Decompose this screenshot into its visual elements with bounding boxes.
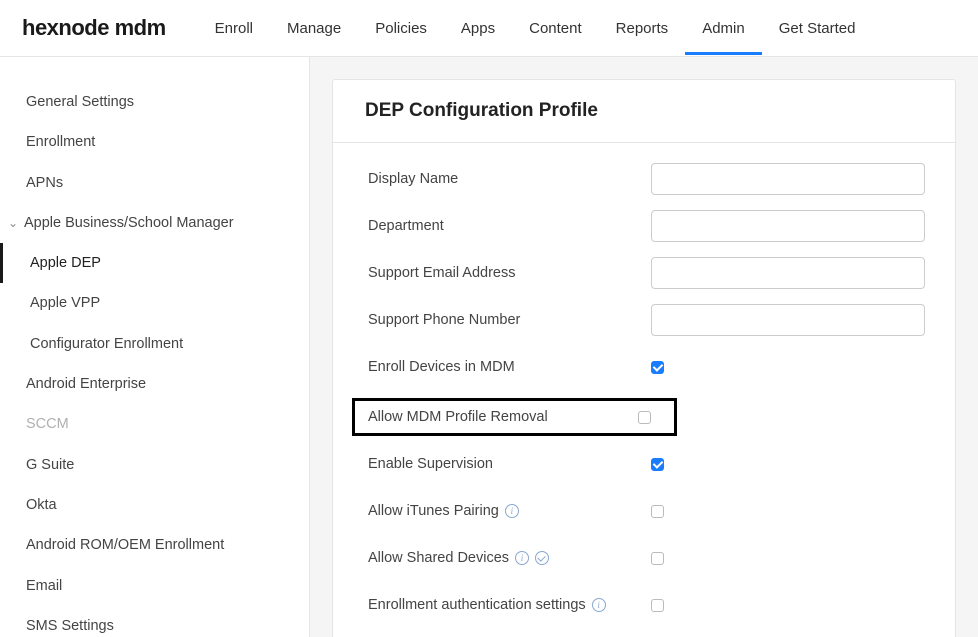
form-row-allow-mdm-profile-removal: Allow MDM Profile Removal <box>352 398 677 436</box>
nav-tabs: EnrollManagePoliciesAppsContentReportsAd… <box>198 2 873 55</box>
sidebar-item-sms-settings[interactable]: SMS Settings <box>0 606 309 637</box>
form-row-allow-itunes-pairing: Allow iTunes Pairingi <box>368 495 925 527</box>
allow-itunes-pairing-checkbox[interactable] <box>651 505 664 518</box>
form-label: Allow iTunes Pairingi <box>368 503 651 519</box>
enroll-devices-in-mdm-checkbox[interactable] <box>651 361 664 374</box>
sidebar-item-label: Apple DEP <box>30 253 101 273</box>
department-input[interactable] <box>651 210 925 242</box>
info-icon[interactable]: i <box>505 504 519 518</box>
form-row-allow-shared-devices: Allow Shared Devicesi <box>368 542 925 574</box>
nav-tab-reports[interactable]: Reports <box>599 2 686 55</box>
form-row-display-name: Display Name <box>368 163 925 195</box>
form-label: Support Phone Number <box>368 312 651 328</box>
sidebar-item-apple-vpp[interactable]: Apple VPP <box>0 283 309 323</box>
sidebar-item-label: Android ROM/OEM Enrollment <box>26 535 224 555</box>
form-label: Support Email Address <box>368 265 651 281</box>
sidebar-item-label: Okta <box>26 495 57 515</box>
form-label: Display Name <box>368 171 651 187</box>
form-label: Allow Shared Devicesi <box>368 550 651 566</box>
nav-tab-content[interactable]: Content <box>512 2 599 55</box>
sidebar-item-apple-business-school-manager[interactable]: ⌄Apple Business/School Manager <box>0 203 309 243</box>
panel-title: DEP Configuration Profile <box>333 80 955 143</box>
allow-shared-devices-checkbox[interactable] <box>651 552 664 565</box>
form-row-support-email-address: Support Email Address <box>368 257 925 289</box>
form-row-support-phone-number: Support Phone Number <box>368 304 925 336</box>
form-label: Enrollment authentication settingsi <box>368 597 651 613</box>
sidebar-item-android-rom-oem-enrollment[interactable]: Android ROM/OEM Enrollment <box>0 525 309 565</box>
sidebar-item-android-enterprise[interactable]: Android Enterprise <box>0 364 309 404</box>
sidebar-item-g-suite[interactable]: G Suite <box>0 445 309 485</box>
allow-mdm-profile-removal-checkbox[interactable] <box>638 411 651 424</box>
top-navbar: hexnode mdm EnrollManagePoliciesAppsCont… <box>0 0 978 57</box>
sidebar-item-label: SCCM <box>26 414 69 434</box>
support-email-address-input[interactable] <box>651 257 925 289</box>
sidebar-item-label: Apple VPP <box>30 293 100 313</box>
enable-supervision-checkbox[interactable] <box>651 458 664 471</box>
sidebar-item-general-settings[interactable]: General Settings <box>0 82 309 122</box>
form-label: Enable Supervision <box>368 456 651 472</box>
form-row-enroll-devices-in-mdm: Enroll Devices in MDM <box>368 351 925 383</box>
nav-tab-enroll[interactable]: Enroll <box>198 2 270 55</box>
form-label: Enroll Devices in MDM <box>368 359 651 375</box>
form-row-enrollment-authentication-settings: Enrollment authentication settingsi <box>368 589 925 621</box>
logo: hexnode mdm <box>22 15 166 41</box>
nav-tab-policies[interactable]: Policies <box>358 2 444 55</box>
sidebar-item-label: Enrollment <box>26 132 95 152</box>
sidebar-item-configurator-enrollment[interactable]: Configurator Enrollment <box>0 324 309 364</box>
sidebar-item-label: General Settings <box>26 92 134 112</box>
sidebar-item-enrollment[interactable]: Enrollment <box>0 122 309 162</box>
sidebar-item-label: Configurator Enrollment <box>30 334 183 354</box>
info-icon[interactable]: i <box>592 598 606 612</box>
info-icon[interactable]: i <box>515 551 529 565</box>
sidebar-item-label: Email <box>26 576 62 596</box>
dep-config-panel: DEP Configuration Profile Display Name De… <box>332 79 956 637</box>
sidebar-item-sccm: SCCM <box>0 404 309 444</box>
sidebar-item-okta[interactable]: Okta <box>0 485 309 525</box>
sidebar-item-apple-dep[interactable]: Apple DEP <box>0 243 309 283</box>
sidebar-item-email[interactable]: Email <box>0 566 309 606</box>
nav-tab-apps[interactable]: Apps <box>444 2 512 55</box>
display-name-input[interactable] <box>651 163 925 195</box>
form-row-department: Department <box>368 210 925 242</box>
sidebar-item-label: G Suite <box>26 455 74 475</box>
support-phone-number-input[interactable] <box>651 304 925 336</box>
enrollment-authentication-settings-checkbox[interactable] <box>651 599 664 612</box>
sidebar-item-label: Apple Business/School Manager <box>24 213 234 233</box>
main-container: General Settings Enrollment APNs ⌄Apple Bus… <box>0 57 978 637</box>
nav-tab-get-started[interactable]: Get Started <box>762 2 873 55</box>
checkmark-icon[interactable] <box>535 551 549 565</box>
nav-tab-manage[interactable]: Manage <box>270 2 358 55</box>
sidebar-item-label: APNs <box>26 173 63 193</box>
chevron-down-icon: ⌄ <box>8 215 24 232</box>
sidebar: General Settings Enrollment APNs ⌄Apple Bus… <box>0 57 310 637</box>
form-label: Department <box>368 218 651 234</box>
nav-tab-admin[interactable]: Admin <box>685 2 762 55</box>
form-row-enable-supervision: Enable Supervision <box>368 448 925 480</box>
sidebar-item-label: SMS Settings <box>26 616 114 636</box>
sidebar-item-label: Android Enterprise <box>26 374 146 394</box>
sidebar-item-apns[interactable]: APNs <box>0 163 309 203</box>
form-area: Display Name Department Support Email Addr… <box>333 143 955 637</box>
form-label: Allow MDM Profile Removal <box>355 409 638 425</box>
content-area: DEP Configuration Profile Display Name De… <box>310 57 978 637</box>
